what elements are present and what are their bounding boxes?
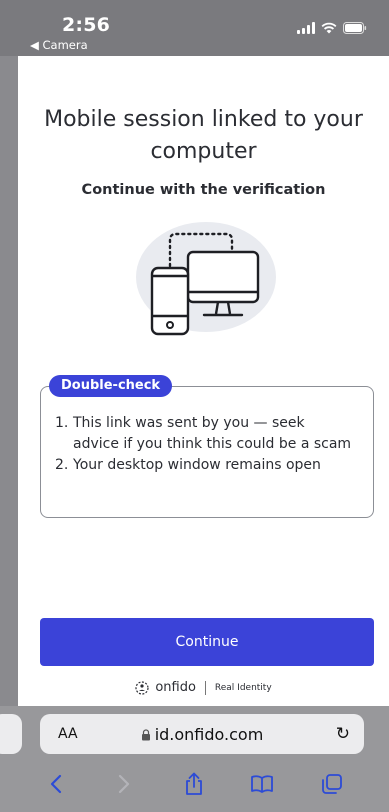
- double-check-list: 1. This link was sent by you — seek advi…: [55, 413, 355, 476]
- browser-bar: AA id.onfido.com ↻: [0, 706, 389, 812]
- bookmarks-icon[interactable]: [242, 766, 282, 802]
- onfido-logo-icon: [135, 680, 149, 695]
- double-check-box: Double-check 1. This link was sent by yo…: [40, 375, 374, 518]
- status-icons: [297, 22, 367, 34]
- list-item-text: This link was sent by you — seek advice …: [73, 415, 352, 452]
- url-text: id.onfido.com: [154, 725, 264, 744]
- signal-icon: [297, 22, 315, 34]
- brand-name: onfido: [155, 680, 196, 695]
- forward-icon[interactable]: [104, 766, 144, 802]
- page-subtitle: Continue with the verification: [81, 182, 326, 198]
- battery-icon: [343, 22, 367, 34]
- back-icon[interactable]: [36, 766, 76, 802]
- devices-illustration: [130, 218, 280, 338]
- lock-icon: [141, 729, 150, 741]
- address-bar[interactable]: AA id.onfido.com ↻: [40, 714, 364, 754]
- continue-button[interactable]: Continue: [40, 618, 374, 666]
- url-display[interactable]: id.onfido.com: [40, 725, 364, 744]
- wifi-icon: [321, 22, 337, 34]
- status-bar: 2:56 ◀ Camera: [0, 0, 389, 56]
- back-to-camera-link[interactable]: ◀ Camera: [30, 38, 88, 52]
- page-title: Mobile session linked to your computer: [44, 107, 363, 164]
- web-page: Mobile session linked to your computer C…: [18, 56, 389, 706]
- phone-screen: 2:56 ◀ Camera Mobile session linked to y…: [0, 0, 389, 812]
- previous-tab-address-bar[interactable]: [0, 714, 22, 754]
- list-item: 2. Your desktop window remains open: [55, 455, 355, 476]
- tabs-icon[interactable]: [312, 766, 352, 802]
- reload-icon[interactable]: ↻: [336, 724, 350, 744]
- share-icon[interactable]: [174, 766, 214, 802]
- status-time: 2:56: [62, 14, 111, 36]
- double-check-badge: Double-check: [49, 375, 173, 397]
- list-item: 1. This link was sent by you — seek advi…: [55, 413, 355, 455]
- phone-and-computer-icon: [150, 232, 260, 336]
- list-item-number: 2.: [55, 457, 69, 473]
- browser-toolbar: [0, 766, 389, 806]
- brand-tagline: Real Identity: [214, 682, 272, 693]
- brand-divider: [204, 680, 206, 695]
- list-item-text: Your desktop window remains open: [73, 457, 321, 473]
- onfido-footer: onfido Real Identity: [18, 680, 389, 695]
- list-item-number: 1.: [55, 415, 69, 431]
